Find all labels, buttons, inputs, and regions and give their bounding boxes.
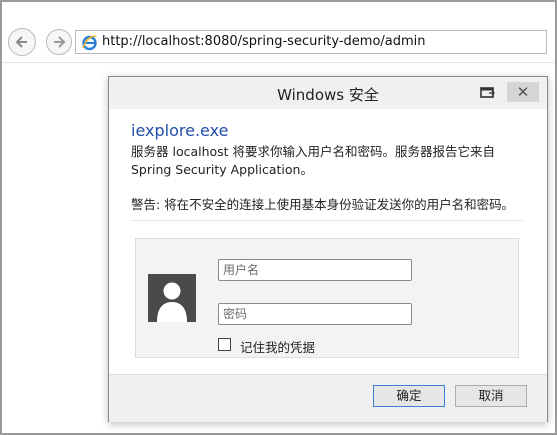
ok-button[interactable]: 确定	[373, 385, 445, 407]
dialog-divider	[131, 220, 523, 221]
username-input[interactable]	[218, 259, 412, 281]
credentials-panel: 记住我的凭据	[135, 238, 519, 358]
dialog-footer: 确定 取消	[109, 374, 547, 422]
arrow-left-icon	[15, 36, 27, 48]
password-input[interactable]	[218, 303, 412, 325]
remember-label: 记住我的凭据	[240, 340, 316, 355]
arrow-right-icon	[54, 36, 66, 48]
screen: http://localhost:8080/spring-security-de…	[0, 0, 557, 435]
browser-toolbar: http://localhost:8080/spring-security-de…	[2, 2, 555, 58]
toolbar-divider	[2, 62, 555, 63]
close-button[interactable]: ✕	[507, 82, 539, 102]
back-button[interactable]	[8, 28, 36, 56]
restore-window-icon[interactable]	[479, 85, 497, 101]
address-bar[interactable]: http://localhost:8080/spring-security-de…	[75, 30, 547, 54]
user-silhouette-icon	[157, 282, 187, 322]
dialog-titlebar[interactable]: Windows 安全 ✕	[109, 77, 547, 109]
dialog-message: 服务器 localhost 将要求你输入用户名和密码。服务器报告它来自 Spri…	[131, 144, 496, 177]
cancel-button[interactable]: 取消	[455, 385, 527, 407]
user-avatar	[148, 274, 196, 322]
remember-checkbox[interactable]	[218, 338, 231, 351]
address-url: http://localhost:8080/spring-security-de…	[102, 34, 426, 49]
forward-button[interactable]	[46, 29, 72, 55]
internet-explorer-icon	[82, 35, 97, 51]
windows-security-dialog: Windows 安全 ✕ iexplore.exe 服务器 localhost …	[108, 76, 548, 422]
dialog-warning: 警告: 将在不安全的连接上使用基本身份验证发送你的用户名和密码。	[131, 197, 515, 212]
dialog-app-name: iexplore.exe	[131, 121, 229, 140]
